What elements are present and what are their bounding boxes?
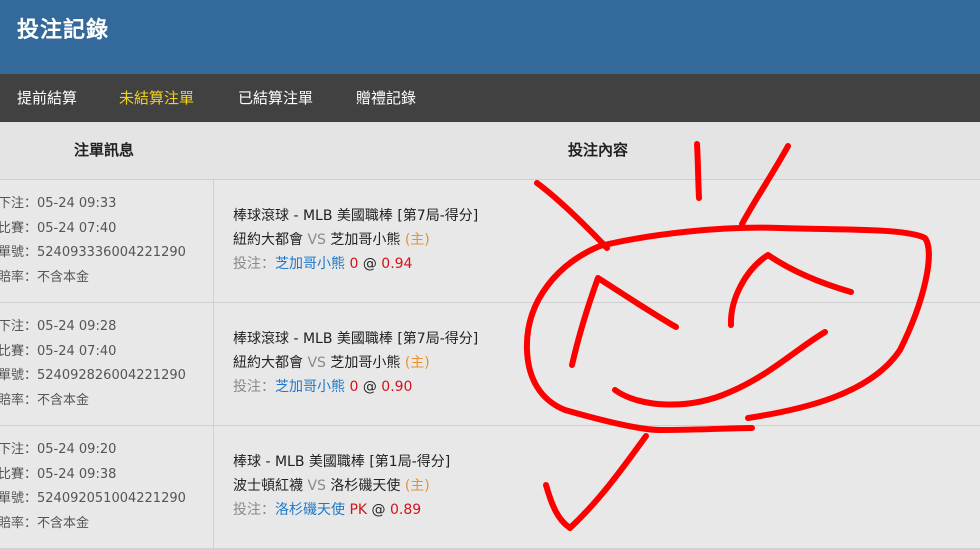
page-title: 投注記錄: [17, 18, 110, 43]
pick-team: 洛杉磯天使: [275, 502, 345, 518]
match-time: 比賽：05-24 07:40: [0, 220, 117, 236]
pick-team: 芝加哥小熊: [275, 379, 345, 395]
tab-gift-records[interactable]: 贈禮記錄: [356, 74, 416, 122]
pick-label: 投注：: [233, 379, 275, 395]
at-symbol: @: [362, 256, 377, 272]
pick-line: 投注：芝加哥小熊 0 @ 0.90: [233, 375, 478, 399]
column-divider: [213, 303, 214, 425]
column-header-content: 投注內容: [568, 141, 629, 159]
vs-label: VS: [307, 478, 326, 494]
odds-type: 賠率：不含本金: [0, 392, 90, 408]
column-header-info: 注單訊息: [74, 141, 135, 159]
bet-records-page: 投注記錄 提前結算 未結算注單 已結算注單 贈禮記錄 注單訊息 投注內容 下注：…: [0, 0, 980, 549]
handicap-line: 0: [349, 256, 359, 272]
handicap-line: 0: [349, 379, 359, 395]
ticket-number: 單號：524092826004221290: [0, 368, 186, 383]
at-symbol: @: [362, 379, 377, 395]
league-line: 棒球滾球 - MLB 美國職棒 [第7局-得分]: [233, 331, 479, 347]
bet-info: 下注：05-24 09:28 比賽：05-24 07:40 單號：5240928…: [0, 315, 186, 413]
away-team: 芝加哥小熊: [330, 355, 401, 371]
home-team: 紐約大都會: [233, 355, 303, 371]
vs-label: VS: [307, 232, 326, 248]
column-divider: [213, 426, 214, 548]
tab-settled-bets[interactable]: 已結算注單: [238, 74, 313, 122]
bet-time: 下注：05-24 09:33: [0, 196, 117, 211]
match-time: 比賽：05-24 09:38: [0, 466, 117, 482]
tab-unsettled-bets[interactable]: 未結算注單: [119, 74, 194, 122]
bet-info: 下注：05-24 09:20 比賽：05-24 09:38 單號：5240920…: [0, 438, 186, 536]
tab-bar: 提前結算 未結算注單 已結算注單 贈禮記錄: [0, 74, 980, 122]
bet-content: 棒球滾球 - MLB 美國職棒 [第7局-得分] 紐約大都會 VS 芝加哥小熊 …: [233, 204, 478, 276]
home-team: 紐約大都會: [233, 232, 303, 248]
handicap-line: PK: [349, 502, 368, 518]
column-divider: [213, 180, 214, 302]
table-header: 注單訊息 投注內容: [0, 122, 980, 180]
bet-info: 下注：05-24 09:33 比賽：05-24 07:40 單號：5240933…: [0, 192, 186, 290]
home-tag: (主): [404, 232, 430, 248]
home-tag: (主): [404, 355, 430, 371]
matchup-line: 紐約大都會 VS 芝加哥小熊 (主): [233, 228, 478, 252]
odds-value: 0.94: [381, 256, 413, 272]
match-time: 比賽：05-24 07:40: [0, 343, 117, 359]
pick-label: 投注：: [233, 256, 275, 272]
matchup-line: 紐約大都會 VS 芝加哥小熊 (主): [233, 351, 478, 375]
odds-value: 0.89: [389, 502, 422, 518]
odds-type: 賠率：不含本金: [0, 515, 90, 531]
tab-early-settlement[interactable]: 提前結算: [17, 74, 77, 122]
bet-list: 下注：05-24 09:33 比賽：05-24 07:40 單號：5240933…: [0, 180, 980, 549]
bet-row: 下注：05-24 09:20 比賽：05-24 09:38 單號：5240920…: [0, 426, 980, 549]
bet-time: 下注：05-24 09:28: [0, 319, 117, 334]
bet-time: 下注：05-24 09:20: [0, 442, 117, 457]
bet-content: 棒球 - MLB 美國職棒 [第1局-得分] 波士頓紅襪 VS 洛杉磯天使 (主…: [233, 450, 450, 522]
away-team: 洛杉磯天使: [330, 478, 401, 494]
pick-label: 投注：: [233, 502, 275, 518]
pick-line: 投注：芝加哥小熊 0 @ 0.94: [233, 252, 478, 276]
vs-label: VS: [307, 355, 326, 371]
at-symbol: @: [371, 502, 386, 518]
bet-content: 棒球滾球 - MLB 美國職棒 [第7局-得分] 紐約大都會 VS 芝加哥小熊 …: [233, 327, 478, 399]
pick-line: 投注：洛杉磯天使 PK @ 0.89: [233, 498, 450, 522]
odds-value: 0.90: [381, 379, 413, 395]
league-line: 棒球滾球 - MLB 美國職棒 [第7局-得分]: [233, 208, 479, 224]
pick-team: 芝加哥小熊: [275, 256, 345, 272]
matchup-line: 波士頓紅襪 VS 洛杉磯天使 (主): [233, 474, 450, 498]
header-bar: 投注記錄: [0, 0, 980, 74]
ticket-number: 單號：524093336004221290: [0, 245, 186, 260]
bet-row: 下注：05-24 09:28 比賽：05-24 07:40 單號：5240928…: [0, 303, 980, 426]
home-tag: (主): [404, 478, 430, 494]
home-team: 波士頓紅襪: [233, 478, 303, 494]
ticket-number: 單號：524092051004221290: [0, 491, 186, 506]
away-team: 芝加哥小熊: [330, 232, 401, 248]
odds-type: 賠率：不含本金: [0, 269, 90, 285]
bet-row: 下注：05-24 09:33 比賽：05-24 07:40 單號：5240933…: [0, 180, 980, 303]
league-line: 棒球 - MLB 美國職棒 [第1局-得分]: [233, 454, 451, 470]
